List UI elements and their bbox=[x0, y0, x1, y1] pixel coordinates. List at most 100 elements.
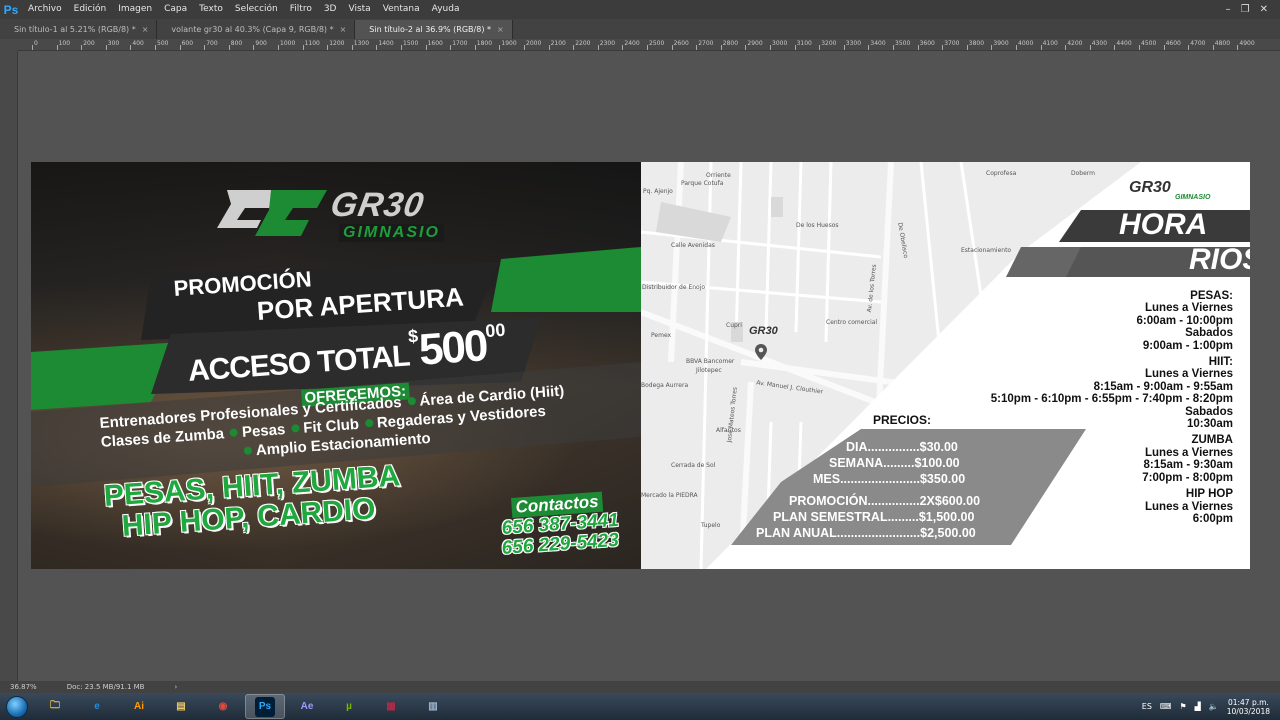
price-label: PLAN ANUAL........................ bbox=[756, 526, 921, 540]
price-label: SEMANA......... bbox=[829, 456, 915, 470]
ruler-tick-label: 800 bbox=[230, 40, 243, 47]
restore-icon[interactable]: ❐ bbox=[1241, 4, 1250, 15]
taskbar-app-chrome[interactable]: ◉ bbox=[203, 694, 243, 719]
menu-texto[interactable]: Texto bbox=[193, 0, 229, 19]
start-button[interactable] bbox=[0, 693, 34, 720]
document-size[interactable]: Doc: 23.5 MB/91.1 MB bbox=[67, 683, 145, 691]
flyer-canvas[interactable]: GR30 GIMNASIO PROMOCIÓN POR APERTURA ACC… bbox=[31, 162, 1250, 569]
window-controls: – ❐ ✕ bbox=[1226, 4, 1280, 15]
schedule-line: Lunes a Viernes bbox=[1145, 368, 1233, 381]
taskbar-app-winrar[interactable]: ▦ bbox=[371, 694, 411, 719]
price-row: PLAN SEMESTRAL.........$1,500.00 bbox=[773, 510, 974, 524]
tab-close-icon[interactable]: × bbox=[497, 20, 504, 39]
clock[interactable]: 01:47 p.m. 10/03/2018 bbox=[1227, 698, 1270, 716]
menu-ventana[interactable]: Ventana bbox=[377, 0, 426, 19]
ruler-tick-label: 500 bbox=[157, 40, 169, 47]
taskbar-app-illustrator[interactable]: Ai bbox=[119, 694, 159, 719]
price-value: $30.00 bbox=[919, 440, 958, 454]
taskbar-app-ie[interactable]: e bbox=[77, 694, 117, 719]
menu-filtro[interactable]: Filtro bbox=[284, 0, 318, 19]
ruler-tick-label: 3800 bbox=[968, 40, 985, 47]
schedule-line: 8:15am - 9:00am - 9:55am bbox=[1093, 380, 1233, 393]
taskbar-app-calculator[interactable]: ▥ bbox=[413, 694, 453, 719]
taskbar-app-aftereffects[interactable]: Ae bbox=[287, 694, 327, 719]
menu-imagen[interactable]: Imagen bbox=[112, 0, 158, 19]
price-value: $1,500.00 bbox=[918, 510, 975, 524]
tab-document-2[interactable]: volante gr30 al 40.3% (Capa 9, RGB/8) * … bbox=[157, 20, 356, 39]
menu-archivo[interactable]: Archivo bbox=[22, 0, 68, 19]
ruler-tick bbox=[253, 45, 255, 50]
tab-document-1[interactable]: Sin título-1 al 5.21% (RGB/8) * × bbox=[0, 20, 158, 39]
ruler-tick-label: 1200 bbox=[329, 40, 345, 47]
ruler-tick-label: 3200 bbox=[821, 40, 837, 47]
illustrator-icon: Ai bbox=[134, 701, 144, 712]
keyboard-icon[interactable]: ⌨ bbox=[1160, 702, 1172, 711]
tab-close-icon[interactable]: × bbox=[340, 20, 347, 39]
bullet-icon bbox=[407, 396, 416, 406]
ruler-tick bbox=[696, 45, 698, 50]
ie-icon: e bbox=[94, 701, 100, 712]
minimize-icon[interactable]: – bbox=[1226, 4, 1231, 15]
price-row: PLAN ANUAL........................$2,500… bbox=[756, 526, 976, 540]
photoshop-icon: Ps bbox=[255, 696, 275, 717]
photoshop-logo-icon[interactable]: Ps bbox=[0, 0, 22, 19]
schedule-heading: ZUMBA bbox=[1191, 434, 1233, 447]
menu-seleccion[interactable]: Selección bbox=[229, 0, 284, 19]
ruler-tick bbox=[843, 45, 845, 50]
price-label: DIA............... bbox=[846, 440, 920, 454]
taskbar-app-folder[interactable]: 🗀 bbox=[35, 694, 75, 719]
ruler-tick bbox=[228, 45, 230, 50]
ruler-tick-label: 3600 bbox=[919, 40, 935, 47]
ruler-tick-label: 3700 bbox=[944, 40, 960, 47]
schedule-line: Sabados bbox=[1185, 405, 1233, 418]
ruler-corner bbox=[0, 39, 18, 51]
menu-capa[interactable]: Capa bbox=[158, 0, 193, 19]
menu-edicion[interactable]: Edición bbox=[68, 0, 113, 19]
ruler-tick-label: 2700 bbox=[698, 40, 714, 47]
ruler-tick bbox=[302, 45, 304, 50]
ruler-tick bbox=[1089, 45, 1091, 50]
ruler-tick bbox=[450, 45, 452, 50]
ruler-tick-label: 1900 bbox=[501, 40, 517, 47]
vertical-ruler[interactable] bbox=[0, 51, 18, 681]
ruler-tick bbox=[1040, 45, 1042, 50]
ruler-tick bbox=[56, 45, 58, 50]
ruler-tick bbox=[720, 45, 722, 50]
ruler-tick bbox=[1065, 45, 1067, 50]
menu-ayuda[interactable]: Ayuda bbox=[426, 0, 466, 19]
ruler-tick-label: 4600 bbox=[1165, 40, 1181, 47]
taskbar-app-utorrent[interactable]: µ bbox=[329, 694, 369, 719]
volume-icon[interactable]: 🔈 bbox=[1209, 702, 1219, 711]
tab-close-icon[interactable]: × bbox=[142, 20, 149, 39]
chrome-icon: ◉ bbox=[218, 701, 228, 712]
status-arrow-icon[interactable]: › bbox=[174, 683, 177, 691]
ruler-tick bbox=[130, 45, 132, 50]
menu-vista[interactable]: Vista bbox=[342, 0, 376, 19]
close-icon[interactable]: ✕ bbox=[1260, 4, 1268, 15]
zoom-level[interactable]: 36.87% bbox=[10, 683, 37, 691]
taskbar-app-explorer[interactable]: ▤ bbox=[161, 694, 201, 719]
network-icon[interactable]: ▟ bbox=[1195, 702, 1201, 711]
price-row: MES.......................$350.00 bbox=[813, 472, 965, 486]
horizontal-ruler[interactable]: 0 100 200 300 400 500 600 700 800 900 1000 1100 1200… bbox=[18, 39, 1280, 51]
bullet-icon bbox=[364, 418, 374, 428]
ruler-tick bbox=[376, 45, 378, 50]
language-indicator[interactable]: ES bbox=[1142, 702, 1152, 711]
ruler-tick-label: 4700 bbox=[1190, 40, 1206, 47]
tab-document-3[interactable]: Sin título-2 al 36.9% (RGB/8) * × bbox=[355, 20, 513, 39]
ruler-tick bbox=[597, 45, 599, 50]
aftereffects-icon: Ae bbox=[300, 701, 314, 712]
bullet-icon bbox=[290, 424, 300, 433]
ruler-tick-label: 300 bbox=[107, 40, 120, 47]
brand-name: GR30 bbox=[327, 186, 428, 224]
flyer-left-panel: GR30 GIMNASIO PROMOCIÓN POR APERTURA ACC… bbox=[31, 162, 641, 569]
ruler-tick-label: 4000 bbox=[1018, 40, 1034, 47]
access-amount: 500 bbox=[417, 321, 489, 375]
schedule-line: 8:15am - 9:30am bbox=[1143, 459, 1234, 472]
taskbar-app-photoshop[interactable]: Ps bbox=[245, 694, 285, 719]
flag-icon[interactable]: ⚑ bbox=[1179, 702, 1186, 711]
schedule-line: 6:00pm bbox=[1192, 512, 1233, 525]
ruler-tick bbox=[1212, 45, 1214, 50]
menu-3d[interactable]: 3D bbox=[318, 0, 343, 19]
price-label: PROMOCIÓN............... bbox=[789, 494, 920, 508]
